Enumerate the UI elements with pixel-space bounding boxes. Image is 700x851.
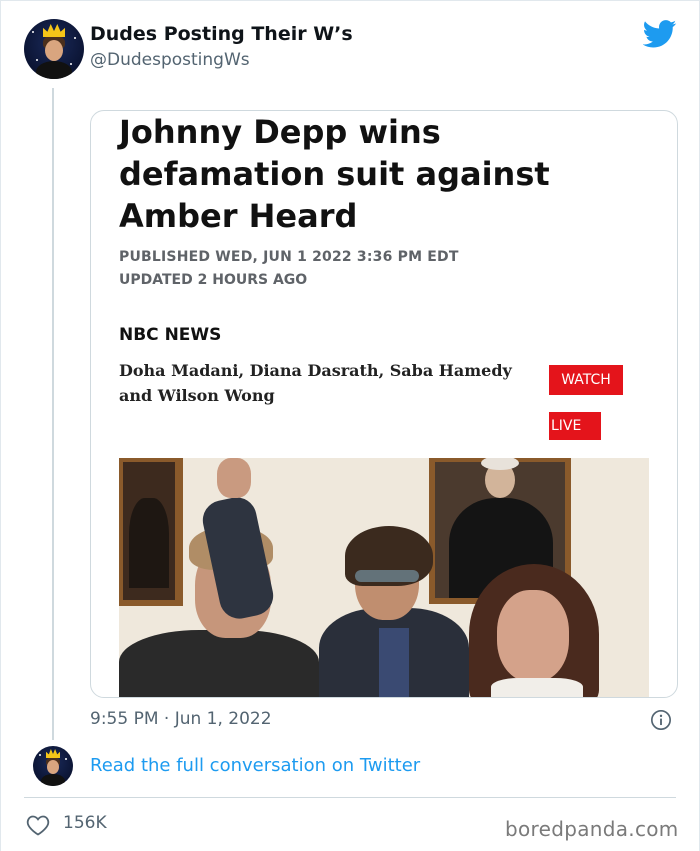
authors-line: Doha Madani, Diana Dasrath, Saba Hamedy bbox=[119, 361, 512, 380]
like-count[interactable]: 156K bbox=[63, 813, 107, 833]
author-avatar[interactable] bbox=[24, 19, 84, 79]
frame-border-left bbox=[0, 0, 1, 851]
news-source: NBC NEWS bbox=[119, 325, 222, 345]
article-authors: Doha Madani, Diana Dasrath, Saba Hamedy … bbox=[119, 358, 519, 408]
watermark: boredpanda.com bbox=[505, 817, 679, 841]
read-conversation-link[interactable]: Read the full conversation on Twitter bbox=[90, 755, 420, 776]
info-icon[interactable] bbox=[650, 709, 672, 731]
published-date: PUBLISHED WED, JUN 1 2022 3:36 PM EDT bbox=[119, 249, 459, 265]
authors-line: and Wilson Wong bbox=[119, 386, 275, 405]
live-button[interactable]: LIVE bbox=[549, 412, 601, 440]
tweet-timestamp[interactable]: 9:55 PM · Jun 1, 2022 bbox=[90, 709, 272, 729]
headline-line: Amber Heard bbox=[119, 197, 358, 235]
footer-divider bbox=[24, 797, 676, 798]
author-handle[interactable]: @DudespostingWs bbox=[90, 50, 250, 70]
article-card[interactable]: Johnny Depp wins defamation suit against… bbox=[90, 110, 678, 698]
headline-line: Johnny Depp wins bbox=[119, 113, 441, 151]
heart-icon[interactable] bbox=[26, 814, 50, 836]
twitter-bird-icon[interactable] bbox=[643, 20, 677, 48]
updated-time: UPDATED 2 HOURS AGO bbox=[119, 272, 308, 288]
thread-connector-line bbox=[52, 88, 54, 740]
article-headline: Johnny Depp wins defamation suit against… bbox=[119, 111, 659, 237]
author-avatar-small[interactable] bbox=[33, 746, 73, 786]
headline-line: defamation suit against bbox=[119, 155, 550, 193]
frame-border-top bbox=[0, 0, 700, 1]
watch-button[interactable]: WATCH bbox=[549, 365, 623, 395]
article-photo bbox=[119, 458, 649, 697]
author-name[interactable]: Dudes Posting Their W’s bbox=[90, 23, 353, 45]
